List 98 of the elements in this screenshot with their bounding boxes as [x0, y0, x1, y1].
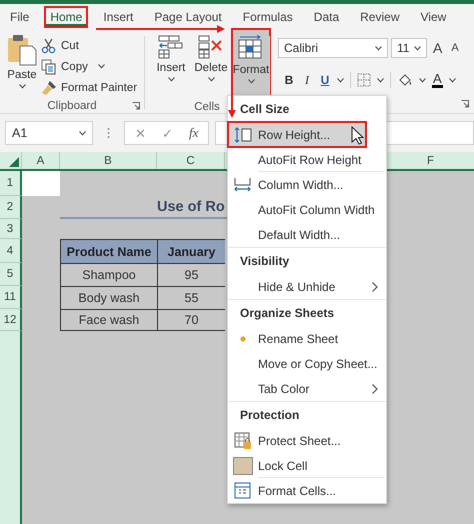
- menu-item[interactable]: Column Width...: [228, 172, 386, 197]
- chevron-right-icon: [372, 384, 378, 394]
- caret-icon: [98, 64, 105, 69]
- active-cell[interactable]: [22, 171, 60, 196]
- menu-item[interactable]: Move or Copy Sheet...: [228, 351, 386, 376]
- group-label: Clipboard: [47, 100, 97, 112]
- ribbon-tab[interactable]: Review: [354, 6, 406, 28]
- fill-bucket-icon: [397, 73, 413, 87]
- lock-cell-icon: [233, 456, 253, 474]
- menu-item[interactable]: AutoFit Row Height: [228, 147, 386, 172]
- borders-icon: [357, 73, 371, 87]
- paste-button[interactable]: Paste: [5, 30, 39, 98]
- caret-icon: [377, 78, 384, 82]
- caret-icon: [79, 130, 86, 136]
- row-header[interactable]: 12: [0, 309, 22, 331]
- caret-icon: [337, 78, 344, 82]
- insert-cells-icon: [158, 35, 184, 59]
- column-header[interactable]: F: [387, 152, 474, 169]
- bold-button[interactable]: B: [283, 73, 295, 87]
- row-header[interactable]: 4: [0, 239, 22, 263]
- bullet-icon: [239, 334, 247, 342]
- caret-icon: [375, 46, 382, 50]
- italic-button[interactable]: I: [301, 72, 313, 88]
- scissors-icon: [41, 38, 57, 54]
- ribbon-tab[interactable]: Data: [308, 6, 346, 28]
- group-label: Cells: [194, 100, 220, 112]
- protect-sheet-icon: [234, 432, 252, 450]
- delete-cells-icon: [198, 35, 224, 59]
- shrink-font-button[interactable]: A: [448, 42, 462, 54]
- menu-item[interactable]: Tab Color: [228, 376, 386, 401]
- menu-item[interactable]: Hide & Unhide: [228, 274, 386, 299]
- cursor-icon: [351, 126, 364, 145]
- row-header[interactable]: 3: [0, 219, 22, 239]
- launcher-icon: [461, 100, 469, 108]
- copy-icon: [41, 58, 57, 74]
- ribbon-button[interactable]: Copy: [41, 56, 140, 77]
- menu-item[interactable]: Protect Sheet...: [228, 428, 386, 453]
- caret-icon: [18, 84, 26, 89]
- menu-item[interactable]: Lock Cell: [228, 453, 386, 478]
- menu-item[interactable]: Default Width...: [228, 222, 386, 247]
- menu-item[interactable]: AutoFit Column Width: [228, 197, 386, 222]
- ribbon-tab[interactable]: View: [414, 6, 452, 28]
- table-cell: 95: [157, 263, 225, 286]
- select-all-icon: [9, 157, 19, 167]
- row-height-icon: [233, 126, 253, 142]
- menu-item[interactable]: Format Cells...: [228, 478, 386, 503]
- sheet-title: Use of Ro: [157, 198, 225, 214]
- table-cell: Body wash: [60, 286, 157, 309]
- caret-icon: [208, 77, 214, 82]
- caret-icon: [414, 46, 421, 50]
- menu-heading: Cell Size: [239, 101, 290, 118]
- menu-heading: Protection: [239, 407, 300, 424]
- table-cell: 55: [157, 286, 225, 309]
- arrow: [228, 95, 236, 119]
- ribbon-tab[interactable]: Formulas: [236, 6, 299, 28]
- caret-icon: [419, 78, 426, 82]
- row-header[interactable]: 2: [0, 196, 22, 219]
- paintbrush-icon: [41, 80, 57, 96]
- column-header[interactable]: C: [157, 152, 225, 169]
- menu-item[interactable]: Rename Sheet: [228, 326, 386, 351]
- row-header[interactable]: 11: [0, 286, 22, 309]
- table-cell: Face wash: [60, 309, 157, 331]
- menu-heading: Organize Sheets: [239, 305, 336, 322]
- column-header[interactable]: B: [60, 152, 157, 169]
- ribbon-tab[interactable]: Home: [44, 6, 88, 28]
- column-heading: Product Name: [60, 239, 157, 263]
- column-width-icon: [233, 176, 253, 192]
- row-header[interactable]: 5: [0, 263, 22, 286]
- grip-icon: [107, 127, 110, 139]
- format-cells-icon: [234, 482, 252, 500]
- ribbon-button[interactable]: Delete: [193, 30, 229, 100]
- chevron-right-icon: [372, 282, 378, 292]
- launcher-icon: [132, 102, 140, 110]
- font-field[interactable]: Calibri: [278, 38, 388, 58]
- font-color-button[interactable]: A: [432, 72, 443, 88]
- row-header[interactable]: 1: [0, 171, 22, 196]
- column-heading: January: [157, 239, 225, 263]
- menu-item[interactable]: Row Height...: [228, 122, 366, 147]
- name-box[interactable]: A1: [5, 121, 93, 145]
- ribbon-button[interactable]: Format Painter: [41, 77, 140, 98]
- ribbon-tab[interactable]: Insert: [97, 6, 140, 28]
- ribbon-button[interactable]: Cut: [41, 35, 140, 56]
- format-cells-icon: [238, 35, 264, 61]
- insert-function-button[interactable]: fx: [189, 125, 198, 141]
- ribbon-button[interactable]: Insert: [153, 30, 189, 100]
- caret-icon: [248, 79, 254, 84]
- underline-button[interactable]: U: [319, 73, 331, 87]
- caret-icon: [168, 77, 174, 82]
- ribbon-tab[interactable]: Page Layout: [148, 6, 228, 28]
- ribbon-tab[interactable]: File: [4, 6, 36, 28]
- font-size-field[interactable]: 11: [391, 38, 427, 58]
- table-cell: 70: [157, 309, 225, 331]
- column-header[interactable]: A: [22, 152, 60, 169]
- menu-heading: Visibility: [239, 253, 290, 270]
- table-cell: Shampoo: [60, 263, 157, 286]
- caret-icon: [448, 78, 456, 82]
- clipboard-icon: [7, 34, 37, 66]
- grow-font-button[interactable]: A: [430, 40, 446, 56]
